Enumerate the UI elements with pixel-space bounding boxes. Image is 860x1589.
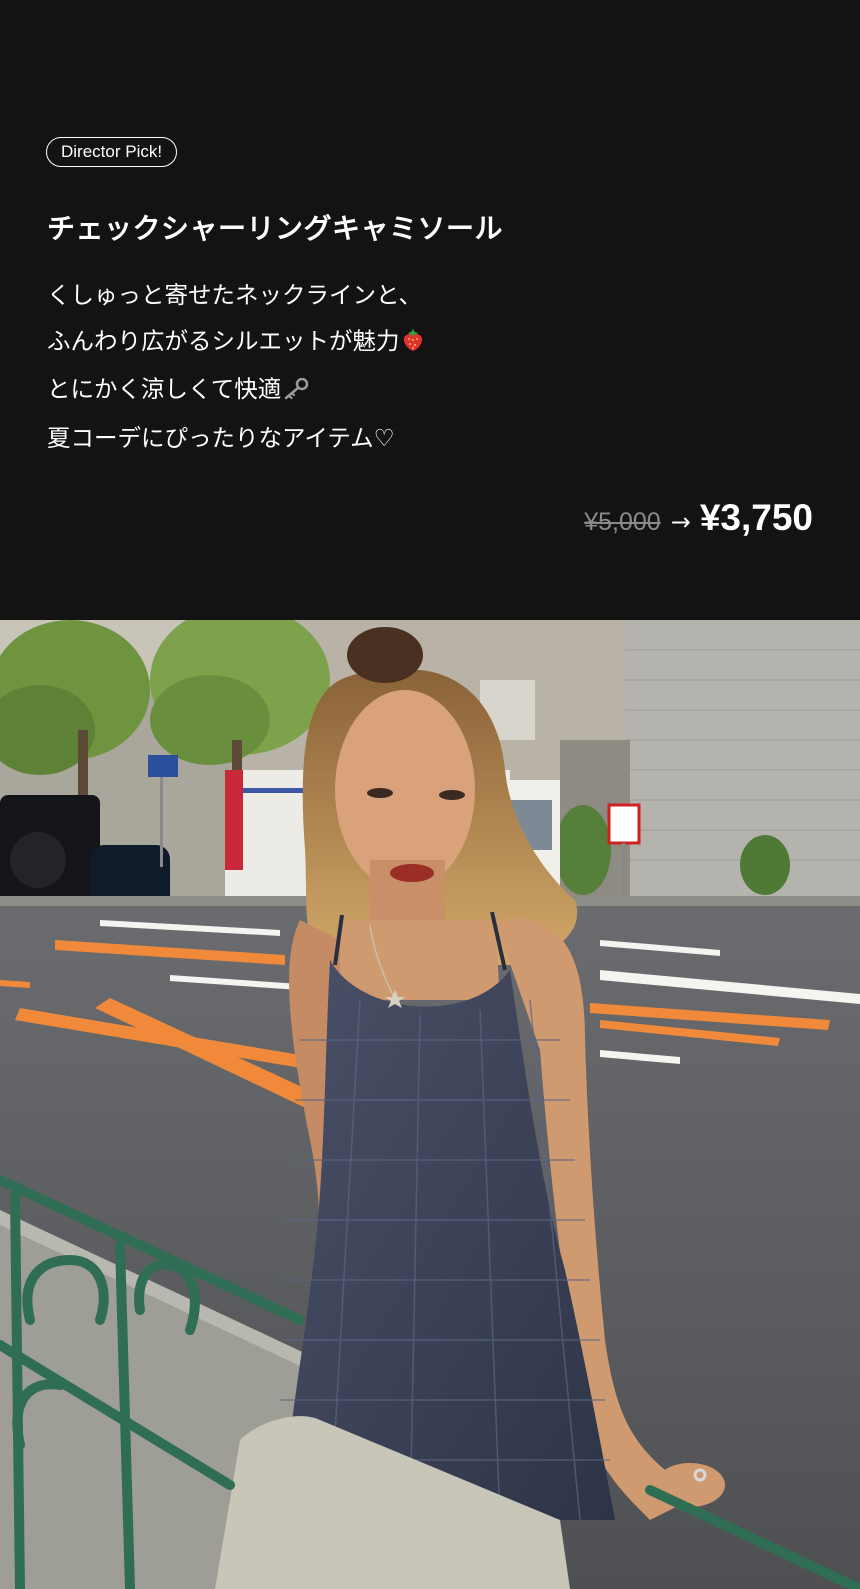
product-description: くしゅっと寄せたネックラインと、 ふんわり広がるシルエットが魅力 とにかく涼しく… <box>47 273 424 461</box>
truck-stripe <box>225 770 243 870</box>
product-photo <box>0 620 860 1589</box>
original-price: ¥5,000 <box>584 508 661 536</box>
key-icon <box>283 370 309 416</box>
tree-center-2 <box>150 675 270 765</box>
parking-sign <box>148 755 178 777</box>
product-title: チェックシャーリングキャミソール <box>47 212 504 245</box>
eye-right <box>439 790 465 800</box>
shrub <box>555 805 611 895</box>
chest <box>340 920 500 1000</box>
strawberry-icon <box>402 322 424 368</box>
price-row: ¥5,000 → ¥3,750 <box>584 497 813 539</box>
director-pick-badge: Director Pick! <box>46 137 178 167</box>
product-info-panel: Director Pick! チェックシャーリングキャミソール くしゅっと寄せた… <box>0 0 860 620</box>
description-line: とにかく涼しくて快適 <box>47 367 424 416</box>
price-arrow-icon: → <box>670 508 691 536</box>
description-line: くしゅっと寄せたネックラインと、 <box>47 281 423 309</box>
hair-bun <box>347 627 423 683</box>
eye-left <box>367 788 393 798</box>
parking-pole <box>160 777 163 867</box>
lips <box>390 864 434 882</box>
description-line: ふんわり広がるシルエットが魅力 <box>47 319 424 368</box>
ped-sign <box>607 803 641 845</box>
description-line: 夏コーデにぴったりなアイテム♡ <box>47 423 395 452</box>
suv-spare-wheel <box>10 832 66 888</box>
plant-right <box>740 835 790 895</box>
sale-price: ¥3,750 <box>699 497 813 538</box>
